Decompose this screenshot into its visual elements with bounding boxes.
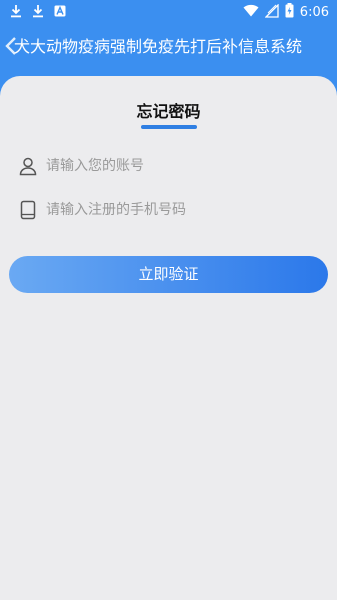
user-icon [18,156,38,176]
status-bar-left-icons [10,4,66,21]
wifi-icon [243,4,259,20]
account-input[interactable] [46,152,316,180]
text-a-icon [54,5,66,20]
download-icon [32,4,44,21]
verify-button[interactable]: 立即验证 [9,256,328,293]
no-signal-icon [264,2,279,21]
status-time: 6:06 [299,4,329,20]
title-underline [141,125,197,129]
status-bar-right-icons: 6:06 [243,2,329,21]
forgot-password-card: 忘记密码 立即验证 [0,76,337,600]
status-bar: 6:06 [0,0,337,24]
app-title: 犬大动物疫病强制免疫先打后补信息系统 [14,37,303,56]
page-title: 忘记密码 [136,102,201,121]
battery-charging-icon [285,3,294,21]
phone-input[interactable] [46,196,316,224]
download-icon [10,4,22,21]
phone-icon [18,200,38,220]
phone-field[interactable] [18,196,318,224]
app-bar: 犬大动物疫病强制免疫先打后补信息系统 [0,24,337,72]
account-field[interactable] [18,152,318,180]
